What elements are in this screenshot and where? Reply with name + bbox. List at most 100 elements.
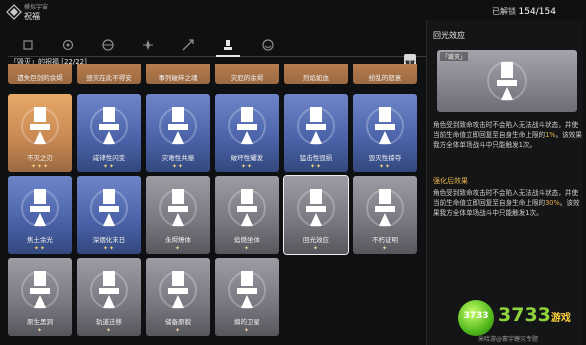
blessing-name: 不灭之刃: [27, 154, 53, 162]
blessing-card-top[interactable]: 事列破碎之魂: [146, 64, 210, 84]
blessing-card[interactable]: 焦土余光 ✦✦: [8, 176, 72, 254]
tab-elation[interactable]: [248, 34, 288, 56]
blessing-name: 永烬燎体: [165, 236, 191, 244]
destruction-glyph-icon: [21, 271, 59, 309]
remembrance-path-icon: [62, 39, 74, 51]
blessing-grid: 遗失巨剑的余烬 毁灭在此不得安 事列破碎之魂 灾厄的余烬 烈焰如血 纷乱的怒意 不灭之刃 ✦✦…: [8, 64, 420, 345]
unlock-counter: 已解锁 154/154: [492, 6, 556, 17]
blessing-name: 回光效应: [303, 236, 329, 244]
tab-preservation[interactable]: [8, 34, 48, 56]
blessing-name: 破坏性耀发: [230, 154, 264, 162]
blessing-name: 遗失巨剑的余烬: [17, 74, 63, 82]
blessing-card[interactable]: 破坏性耀发 ✦✦: [215, 94, 279, 172]
blessing-card[interactable]: 灾难性共振 ✦✦: [146, 94, 210, 172]
watermark-text: 3733游戏: [498, 304, 571, 326]
universe-logo-icon: [6, 4, 22, 20]
blessing-name: 轨道迁移: [96, 318, 122, 326]
tab-hunt[interactable]: [168, 34, 208, 56]
destruction-glyph-icon: [366, 189, 404, 227]
blessing-name: 焰燃坐体: [234, 236, 260, 244]
blessing-name: 烈焰如血: [303, 74, 329, 82]
blessing-card-top[interactable]: 纷乱的怒意: [353, 64, 417, 84]
unlock-label: 已解锁: [492, 7, 516, 16]
destruction-glyph-icon: [21, 107, 59, 145]
blessing-card[interactable]: 咸律性闪变 ✦✦: [77, 94, 141, 172]
blessing-rarity: ✦✦: [171, 163, 185, 170]
blessing-card-top[interactable]: 灾厄的余烬: [215, 64, 279, 84]
blessing-card[interactable]: 深烟化末日 ✦✦: [77, 176, 141, 254]
blessing-rarity: ✦: [243, 327, 251, 334]
blessing-rarity: ✦: [312, 245, 320, 252]
page-title: 祝福: [24, 12, 40, 21]
path-tag: 「毁灭」: [440, 52, 469, 61]
blessing-rarity: ✦: [243, 245, 251, 252]
blessing-rarity: ✦: [174, 245, 182, 252]
blessing-card[interactable]: 毁灭性掠夺 ✦✦: [353, 94, 417, 172]
effect-value: 1%: [545, 131, 556, 139]
tab-abundance[interactable]: [128, 34, 168, 56]
watermark-number: 3733: [498, 304, 551, 326]
blessing-rarity: ✦✦: [309, 163, 323, 170]
blessing-rarity: ✦: [381, 245, 389, 252]
blessing-rarity: ✦✦✦: [30, 163, 50, 170]
blessing-name: 灾厄的余烬: [230, 74, 264, 82]
enhanced-description: 角色受到致命攻击时不会陷入无法战斗状态，并使当前生命值立即回复至自身生命上限的3…: [433, 188, 583, 218]
enhanced-heading: 强化后效果: [433, 177, 468, 185]
blessing-card[interactable]: 不灭之刃 ✦✦✦: [8, 94, 72, 172]
blessing-card-top[interactable]: 遗失巨剑的余烬: [8, 64, 72, 84]
elation-path-icon: [262, 39, 274, 51]
abundance-path-icon: [143, 40, 153, 50]
watermark-badge-text: 3733: [463, 311, 489, 321]
watermark-badge: 3733: [458, 300, 494, 336]
destruction-glyph-icon: [90, 271, 128, 309]
blessing-name: 深烟化末日: [92, 236, 126, 244]
mode-subtitle: 模拟宇宙: [24, 4, 49, 11]
blessing-card[interactable]: 不朽证明 ✦: [353, 176, 417, 254]
destruction-glyph-icon: [159, 189, 197, 227]
blessing-card-top[interactable]: 烈焰如血: [284, 64, 348, 84]
blessing-rarity: ✦✦: [102, 163, 116, 170]
destruction-glyph-icon: [90, 107, 128, 145]
destruction-glyph-icon: [90, 189, 128, 227]
blessing-card[interactable]: 储备原貌 ✦: [146, 258, 210, 336]
unlock-count: 154/154: [518, 7, 556, 17]
blessing-card[interactable]: 焰燃坐体 ✦: [215, 176, 279, 254]
enhanced-value: 30%: [545, 199, 560, 207]
nihility-path-icon: [102, 39, 114, 51]
tab-destruction[interactable]: [208, 34, 248, 57]
destruction-glyph-icon: [297, 107, 335, 145]
blessing-name: 咸律性闪变: [92, 154, 126, 162]
blessing-card[interactable]: 熵的卫星 ✦: [215, 258, 279, 336]
blessing-card[interactable]: 猛击性毁损 ✦✦: [284, 94, 348, 172]
blessing-rarity: ✦✦: [378, 163, 392, 170]
blessing-card-top[interactable]: 毁灭在此不得安: [77, 64, 141, 84]
blessing-card[interactable]: 永烬燎体 ✦: [146, 176, 210, 254]
site-watermark: 3733 3733游戏 米哈游@寰宇蝗灾专题: [458, 296, 586, 345]
effect-description: 角色受到致命攻击时不会陷入无法战斗状态，并使当前生命值立即回复至自身生命上限的1…: [433, 120, 583, 150]
blessing-name: 事列破碎之魂: [158, 74, 198, 82]
destruction-glyph-icon: [228, 107, 266, 145]
destruction-glyph-icon: [21, 189, 59, 227]
blessing-rarity: ✦✦: [102, 245, 116, 252]
preservation-path-icon: [23, 40, 33, 50]
blessing-name: 灾难性共振: [161, 154, 195, 162]
destruction-glyph-icon: [366, 107, 404, 145]
blessing-name: 焦土余光: [27, 236, 53, 244]
blessing-rarity: ✦✦: [33, 245, 47, 252]
hunt-path-icon: [182, 39, 194, 51]
watermark-suffix: 游戏: [550, 313, 571, 324]
detail-art: 「毁灭」: [437, 50, 577, 112]
blessing-rarity: ✦: [36, 327, 44, 334]
blessing-name: 纷乱的怒意: [368, 74, 402, 82]
destruction-glyph-icon: [159, 107, 197, 145]
tab-nihility[interactable]: [88, 34, 128, 56]
blessing-name: 猛击性毁损: [299, 154, 333, 162]
blessing-name: 熵的卫星: [234, 318, 260, 326]
watermark-caption: 米哈游@寰宇蝗灾专题: [478, 336, 539, 343]
blessing-card[interactable]: 回光效应 ✦: [283, 175, 349, 255]
destruction-path-icon: [224, 40, 232, 50]
blessing-card[interactable]: 原生黑洞 ✦: [8, 258, 72, 336]
destruction-glyph-icon: [228, 271, 266, 309]
tab-remembrance[interactable]: [48, 34, 88, 56]
blessing-card[interactable]: 轨道迁移 ✦: [77, 258, 141, 336]
